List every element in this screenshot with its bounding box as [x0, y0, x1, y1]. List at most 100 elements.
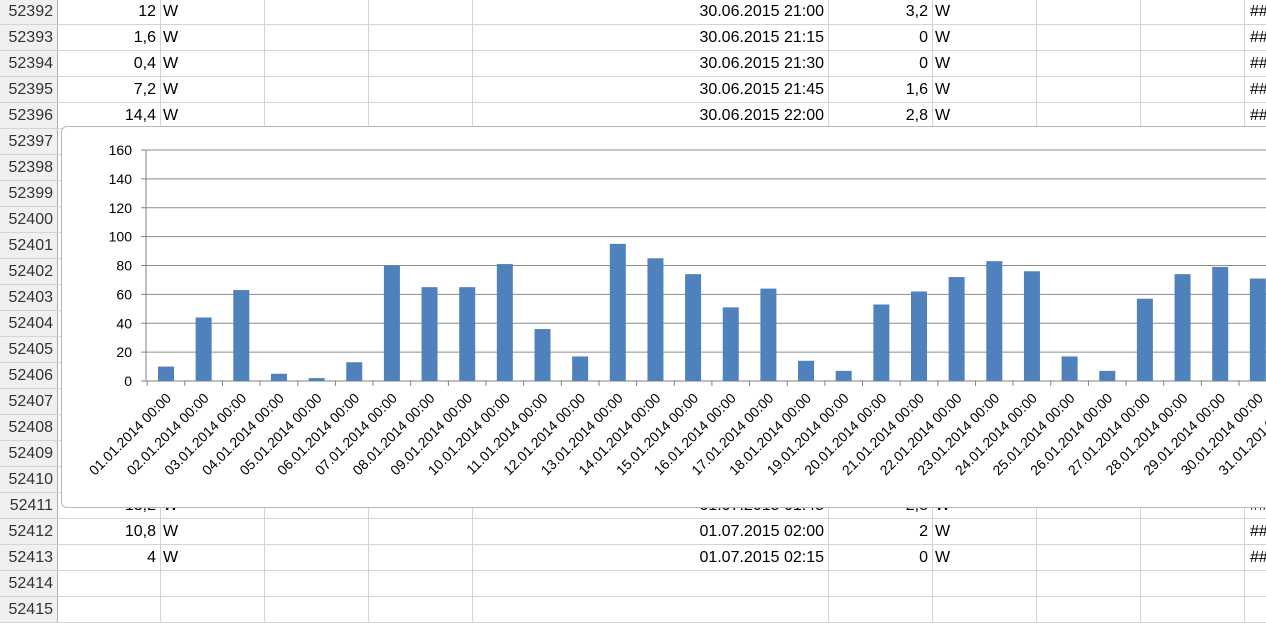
row-header[interactable]: 52414 [0, 571, 58, 596]
cell-b[interactable]: 7,2 [58, 77, 161, 102]
cell-j[interactable] [1141, 103, 1245, 128]
cell-b[interactable]: 10,8 [58, 519, 161, 544]
cell-h[interactable]: W [933, 103, 1037, 128]
cell-c[interactable]: W [161, 545, 265, 570]
cell-i[interactable] [1037, 519, 1141, 544]
cell-d[interactable] [265, 77, 369, 102]
cell-c[interactable]: W [161, 103, 265, 128]
cell-e[interactable] [369, 51, 473, 76]
cell-d[interactable] [265, 103, 369, 128]
cell-e[interactable] [369, 545, 473, 570]
cell-j[interactable] [1141, 519, 1245, 544]
cell-f[interactable]: 01.07.2015 02:15 [473, 545, 829, 570]
bar[interactable] [1099, 370, 1116, 381]
bar[interactable] [647, 258, 664, 381]
cell-h[interactable]: W [933, 25, 1037, 50]
cell-b[interactable]: 4 [58, 545, 161, 570]
cell-b[interactable] [58, 571, 161, 596]
cell-k[interactable]: ## [1245, 77, 1266, 102]
cell-i[interactable] [1037, 77, 1141, 102]
row-header[interactable]: 52396 [0, 103, 58, 128]
row-header[interactable]: 52398 [0, 155, 58, 180]
cell-d[interactable] [265, 25, 369, 50]
cell-e[interactable] [369, 0, 473, 24]
bar[interactable] [233, 290, 250, 381]
row-header[interactable]: 52401 [0, 233, 58, 258]
row-header[interactable]: 52399 [0, 181, 58, 206]
row-header[interactable]: 52411 [0, 493, 58, 518]
cell-g[interactable]: 1,6 [829, 77, 933, 102]
bar[interactable] [1174, 274, 1191, 381]
cell-c[interactable] [161, 571, 265, 596]
cell-b[interactable]: 0,4 [58, 51, 161, 76]
bar[interactable] [609, 243, 626, 381]
cell-j[interactable] [1141, 25, 1245, 50]
cell-g[interactable]: 0 [829, 51, 933, 76]
cell-d[interactable] [265, 519, 369, 544]
cell-f[interactable]: 30.06.2015 21:45 [473, 77, 829, 102]
cell-e[interactable] [369, 103, 473, 128]
cell-j[interactable] [1141, 51, 1245, 76]
cell-j[interactable] [1141, 545, 1245, 570]
bar[interactable] [798, 360, 815, 381]
cell-d[interactable] [265, 51, 369, 76]
cell-f[interactable]: 30.06.2015 21:15 [473, 25, 829, 50]
bar[interactable] [835, 370, 852, 381]
bar[interactable] [722, 307, 739, 381]
chart-object[interactable]: 0 20 40 60 80 100 120 140 160 01.01.2014 00:00 02.… [61, 126, 1266, 508]
cell-k[interactable]: ## [1245, 545, 1266, 570]
cell-h[interactable]: W [933, 545, 1037, 570]
cell-i[interactable] [1037, 25, 1141, 50]
cell-k[interactable] [1245, 571, 1266, 596]
cell-i[interactable] [1037, 545, 1141, 570]
row-header[interactable]: 52394 [0, 51, 58, 76]
bar[interactable] [1023, 271, 1040, 381]
cell-c[interactable]: W [161, 51, 265, 76]
bar[interactable] [383, 265, 400, 382]
row-header[interactable]: 52392 [0, 0, 58, 24]
row-header[interactable]: 52413 [0, 545, 58, 570]
cell-e[interactable] [369, 571, 473, 596]
row-header[interactable]: 52407 [0, 389, 58, 414]
cell-b[interactable]: 12 [58, 0, 161, 24]
cell-f[interactable]: 30.06.2015 21:30 [473, 51, 829, 76]
bar[interactable] [421, 287, 438, 381]
cell-d[interactable] [265, 0, 369, 24]
row-header[interactable]: 52405 [0, 337, 58, 362]
row-header[interactable]: 52408 [0, 415, 58, 440]
cell-c[interactable]: W [161, 25, 265, 50]
bar[interactable] [534, 329, 551, 381]
row-header[interactable]: 52409 [0, 441, 58, 466]
cell-i[interactable] [1037, 0, 1141, 24]
cell-i[interactable] [1037, 103, 1141, 128]
cell-h[interactable]: W [933, 519, 1037, 544]
cell-j[interactable] [1141, 571, 1245, 596]
cell-i[interactable] [1037, 51, 1141, 76]
row-header[interactable]: 52404 [0, 311, 58, 336]
bar[interactable] [572, 356, 589, 381]
cell-k[interactable]: ## [1245, 0, 1266, 24]
cell-j[interactable] [1141, 0, 1245, 24]
cell-k[interactable]: ## [1245, 519, 1266, 544]
cell-d[interactable] [265, 545, 369, 570]
cell-k[interactable]: ## [1245, 25, 1266, 50]
bar[interactable] [496, 264, 513, 381]
cell-f[interactable]: 30.06.2015 21:00 [473, 0, 829, 24]
bar[interactable] [1136, 298, 1153, 381]
cell-g[interactable]: 0 [829, 545, 933, 570]
bar[interactable] [459, 287, 476, 381]
bar[interactable] [911, 291, 927, 381]
cell-d[interactable] [265, 571, 369, 596]
bar[interactable] [948, 277, 965, 381]
cell-g[interactable]: 2 [829, 519, 933, 544]
cell-b[interactable]: 14,4 [58, 103, 161, 128]
bar[interactable] [1061, 356, 1078, 381]
cell-g[interactable] [829, 571, 933, 596]
bar[interactable] [308, 378, 325, 381]
cell-f[interactable]: 30.06.2015 22:00 [473, 103, 829, 128]
cell-g[interactable]: 0 [829, 25, 933, 50]
row-header[interactable]: 52397 [0, 129, 58, 154]
bar[interactable] [873, 304, 890, 381]
row-header[interactable]: 52406 [0, 363, 58, 388]
cell-h[interactable]: W [933, 77, 1037, 102]
